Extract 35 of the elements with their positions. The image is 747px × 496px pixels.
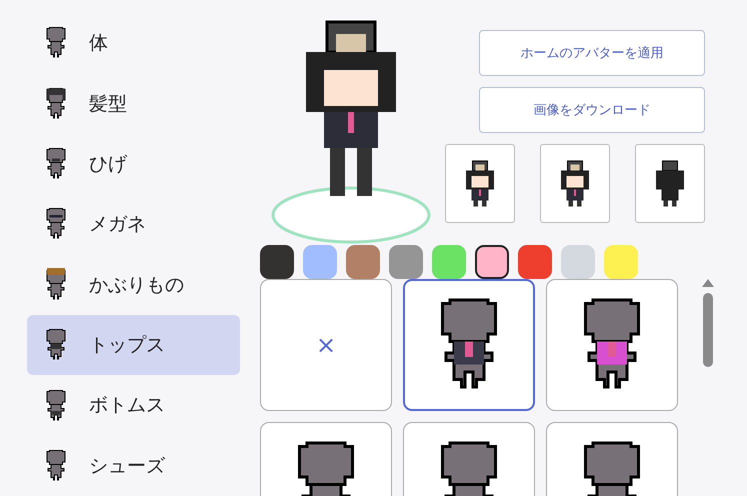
color-swatch[interactable] — [432, 245, 466, 279]
category-item[interactable]: シューズ — [27, 436, 240, 496]
color-swatch[interactable] — [346, 245, 380, 279]
color-swatch[interactable] — [518, 245, 552, 279]
color-swatch[interactable] — [475, 245, 509, 279]
none-mark: × — [316, 331, 336, 359]
item-card[interactable] — [403, 279, 535, 411]
category-item[interactable]: メガネ — [27, 194, 240, 254]
item-card[interactable]: × — [260, 279, 392, 411]
view-thumbnail[interactable] — [635, 144, 705, 223]
category-item[interactable]: 体 — [27, 13, 240, 74]
category-item[interactable]: ボトムス — [27, 375, 240, 436]
category-label: 体 — [89, 31, 108, 56]
category-label: かぶりもの — [89, 272, 184, 298]
category-label: トップス — [89, 333, 165, 358]
scroll-up-icon[interactable] — [702, 279, 714, 287]
view-thumbnail[interactable] — [540, 144, 610, 223]
category-item[interactable]: ひげ — [27, 134, 240, 194]
category-label: メガネ — [89, 212, 146, 238]
category-item[interactable]: かぶりもの — [27, 254, 240, 315]
category-item[interactable]: 髪型 — [27, 73, 240, 134]
view-thumbnail[interactable] — [445, 144, 515, 223]
color-swatch[interactable] — [303, 245, 337, 279]
color-swatch[interactable] — [604, 245, 638, 279]
category-label: 髪型 — [89, 92, 127, 117]
action-button[interactable]: 画像をダウンロード — [479, 87, 705, 133]
item-card[interactable] — [546, 279, 678, 411]
color-swatch[interactable] — [389, 245, 423, 279]
color-swatch[interactable] — [260, 245, 294, 279]
category-label: シューズ — [89, 454, 165, 479]
category-label: ひげ — [89, 152, 127, 177]
action-button[interactable]: ホームのアバターを適用 — [479, 30, 705, 76]
category-item[interactable]: トップス — [27, 314, 240, 376]
category-label: ボトムス — [89, 393, 165, 418]
color-swatch[interactable] — [561, 245, 595, 279]
